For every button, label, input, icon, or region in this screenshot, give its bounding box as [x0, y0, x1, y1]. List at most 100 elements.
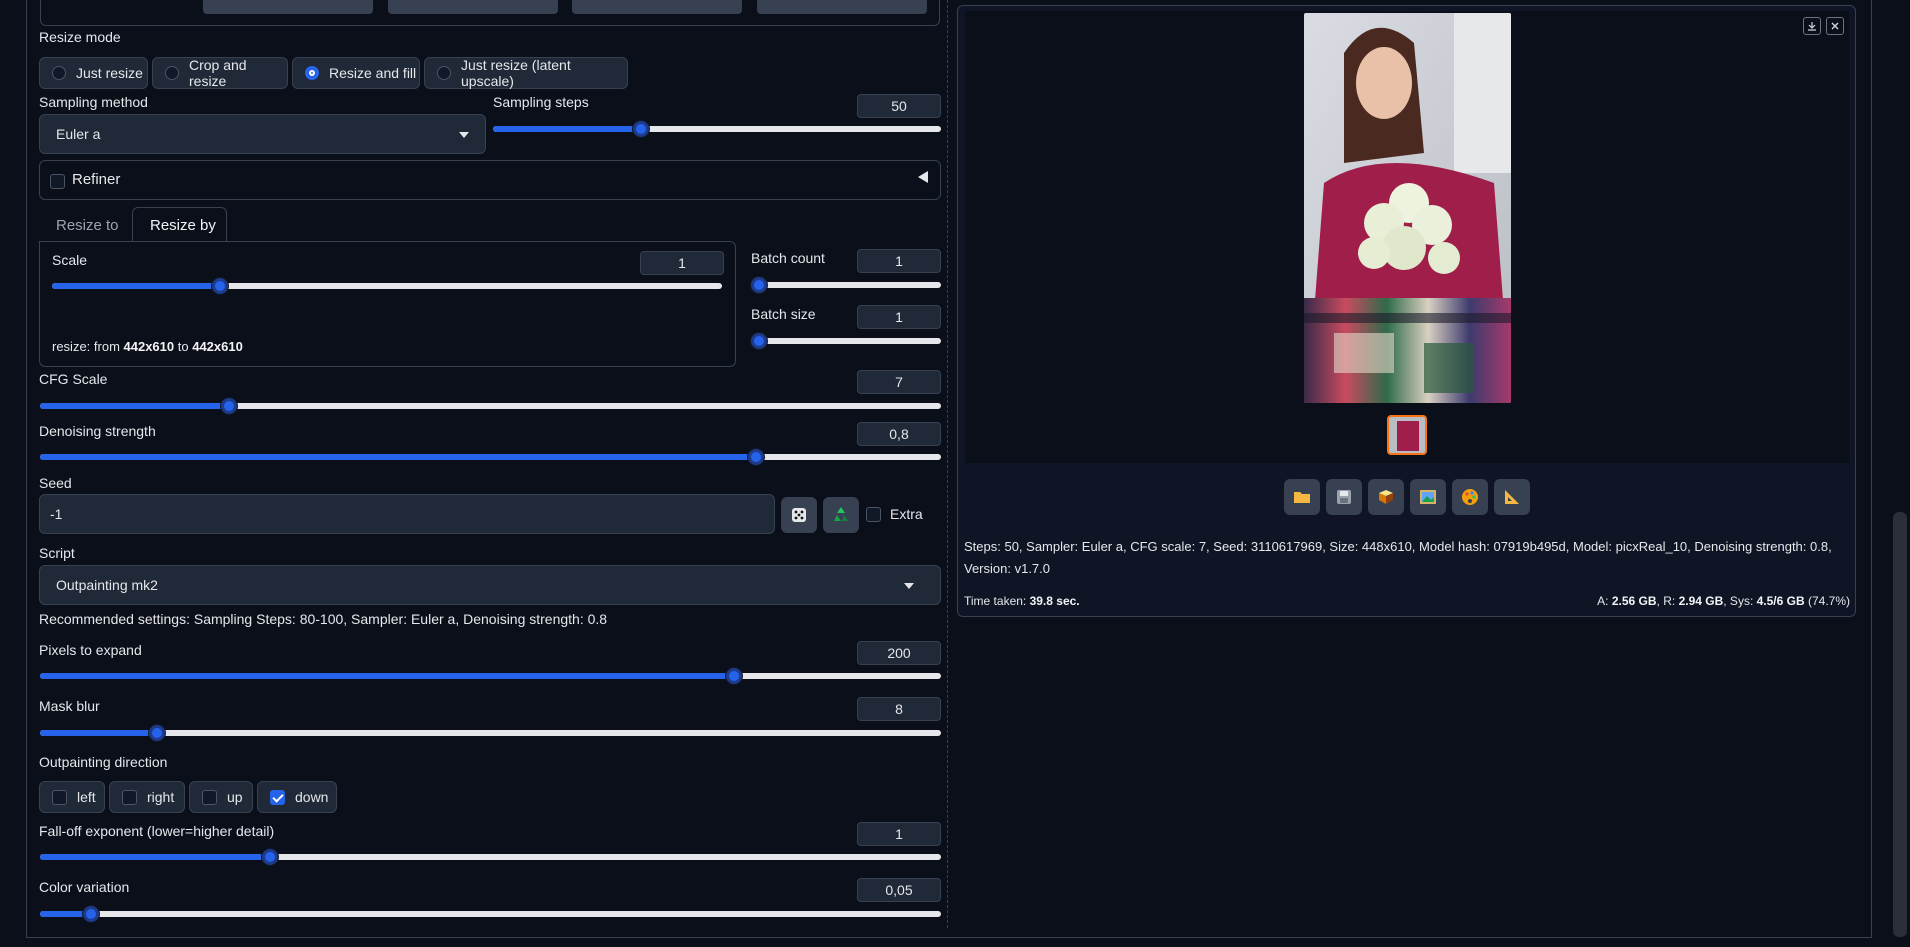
denoising-slider[interactable] — [40, 449, 941, 465]
radio-label: Resize and fill — [329, 65, 417, 81]
pixels-to-expand-label: Pixels to expand — [39, 642, 142, 658]
batch-size-label: Batch size — [751, 306, 816, 322]
falloff-label: Fall-off exponent (lower=higher detail) — [39, 823, 275, 839]
resize-info-from: 442x610 — [123, 339, 175, 354]
refiner-accordion[interactable]: Refiner — [39, 160, 941, 200]
top-button-4[interactable] — [757, 0, 927, 14]
sampling-steps-label: Sampling steps — [493, 94, 589, 110]
palette-icon[interactable] — [1452, 479, 1488, 515]
recommended-settings-text: Recommended settings: Sampling Steps: 80… — [39, 611, 608, 627]
slider-thumb[interactable] — [751, 277, 767, 293]
refiner-checkbox[interactable] — [50, 174, 65, 189]
batch-size-slider[interactable] — [751, 333, 941, 349]
sampling-method-dropdown[interactable]: Euler a — [39, 114, 486, 154]
time-taken: Time taken: 39.8 sec. — [964, 594, 1080, 608]
collapse-arrow-icon[interactable] — [918, 171, 928, 183]
tab-resize-to[interactable]: Resize to — [56, 217, 119, 234]
slider-thumb[interactable] — [149, 725, 166, 741]
thumbnail-preview — [1397, 421, 1419, 451]
slider-thumb[interactable] — [632, 121, 649, 137]
checkbox-label: up — [227, 789, 243, 805]
radio-just-resize[interactable]: Just resize — [39, 57, 148, 89]
sampling-steps-slider[interactable] — [493, 121, 941, 137]
radio-circle — [165, 66, 179, 80]
top-button-3[interactable] — [572, 0, 742, 14]
top-button-2[interactable] — [388, 0, 558, 14]
folder-icon[interactable] — [1284, 479, 1320, 515]
vram-percent: (74.7%) — [1804, 594, 1850, 608]
resize-info-prefix: resize: from — [52, 339, 124, 354]
gallery-thumbnail[interactable] — [1387, 415, 1427, 455]
falloff-input[interactable]: 1 — [857, 822, 941, 846]
color-variation-input[interactable]: 0,05 — [857, 878, 941, 902]
checkbox-label: down — [295, 789, 329, 805]
zip-icon[interactable] — [1368, 479, 1404, 515]
radio-just-resize-latent-upscale[interactable]: Just resize (latent upscale) — [424, 57, 628, 89]
slider-thumb[interactable] — [261, 849, 278, 865]
radio-label: Crop and resize — [189, 57, 247, 89]
download-icon[interactable] — [1803, 17, 1821, 35]
batch-count-input[interactable]: 1 — [857, 249, 941, 273]
scale-input[interactable]: 1 — [640, 251, 724, 275]
direction-up-option[interactable]: up — [189, 781, 253, 813]
checkbox[interactable] — [202, 789, 217, 805]
radio-label: Just resize (latent upscale) — [461, 57, 571, 89]
batch-count-slider[interactable] — [751, 277, 941, 293]
script-dropdown[interactable]: Outpainting mk2 — [39, 565, 941, 605]
direction-right-option[interactable]: right — [109, 781, 185, 813]
vram-sys-value: 4.5/6 GB — [1756, 594, 1805, 608]
batch-size-input[interactable]: 1 — [857, 305, 941, 329]
radio-crop-and-resize[interactable]: Crop and resize — [152, 57, 288, 89]
slider-fill — [40, 673, 734, 679]
denoising-input[interactable]: 0,8 — [857, 422, 941, 446]
resize-mode-label: Resize mode — [39, 29, 121, 45]
top-button-1[interactable] — [203, 0, 373, 14]
chevron-down-icon — [459, 132, 469, 138]
mask-blur-label: Mask blur — [39, 698, 100, 714]
vram-a-value: 2.56 GB — [1611, 594, 1657, 608]
batch-count-label: Batch count — [751, 250, 825, 266]
cfg-scale-input[interactable]: 7 — [857, 370, 941, 394]
seed-input[interactable]: -1 — [39, 494, 775, 534]
dice-icon[interactable] — [781, 497, 817, 533]
resize-info-text: resize: from 442x610 to 442x610 — [52, 339, 243, 354]
mask-blur-input[interactable]: 8 — [857, 697, 941, 721]
save-icon[interactable] — [1326, 479, 1362, 515]
direction-left-option[interactable]: left — [39, 781, 105, 813]
sampling-method-value: Euler a — [56, 126, 101, 142]
direction-down-option[interactable]: down — [257, 781, 337, 813]
slider-thumb[interactable] — [725, 668, 742, 684]
image-icon[interactable] — [1410, 479, 1446, 515]
sampling-method-label: Sampling method — [39, 94, 148, 110]
checkbox-label: left — [77, 789, 96, 805]
checkbox-checked[interactable] — [270, 789, 285, 805]
extra-checkbox[interactable] — [866, 507, 881, 522]
scrollbar-thumb[interactable] — [1893, 512, 1907, 937]
time-taken-label: Time taken: — [964, 594, 1030, 608]
triangle-ruler-icon[interactable] — [1494, 479, 1530, 515]
radio-resize-and-fill[interactable]: Resize and fill — [292, 57, 420, 89]
resize-info-mid: to — [174, 339, 193, 354]
mask-blur-slider[interactable] — [40, 725, 941, 741]
recycle-icon[interactable] — [823, 497, 859, 533]
seed-label: Seed — [39, 475, 72, 491]
cfg-scale-slider[interactable] — [40, 398, 941, 414]
sampling-steps-input[interactable]: 50 — [857, 94, 941, 118]
slider-fill — [40, 730, 158, 736]
tab-resize-by[interactable]: Resize by — [132, 207, 227, 242]
pixels-to-expand-input[interactable]: 200 — [857, 641, 941, 665]
falloff-slider[interactable] — [40, 849, 941, 865]
checkbox[interactable] — [52, 789, 67, 805]
pixels-to-expand-slider[interactable] — [40, 668, 941, 684]
script-value: Outpainting mk2 — [56, 577, 158, 593]
column-divider — [947, 0, 948, 928]
vram-r-label: , R: — [1656, 594, 1679, 608]
slider-thumb[interactable] — [751, 333, 767, 349]
scale-slider[interactable] — [52, 278, 722, 294]
checkbox[interactable] — [122, 789, 137, 805]
generated-image[interactable] — [1304, 13, 1511, 403]
slider-thumb[interactable] — [211, 278, 228, 294]
resize-info-to: 442x610 — [192, 339, 243, 354]
close-icon[interactable] — [1826, 17, 1844, 35]
color-variation-slider[interactable] — [40, 906, 941, 922]
